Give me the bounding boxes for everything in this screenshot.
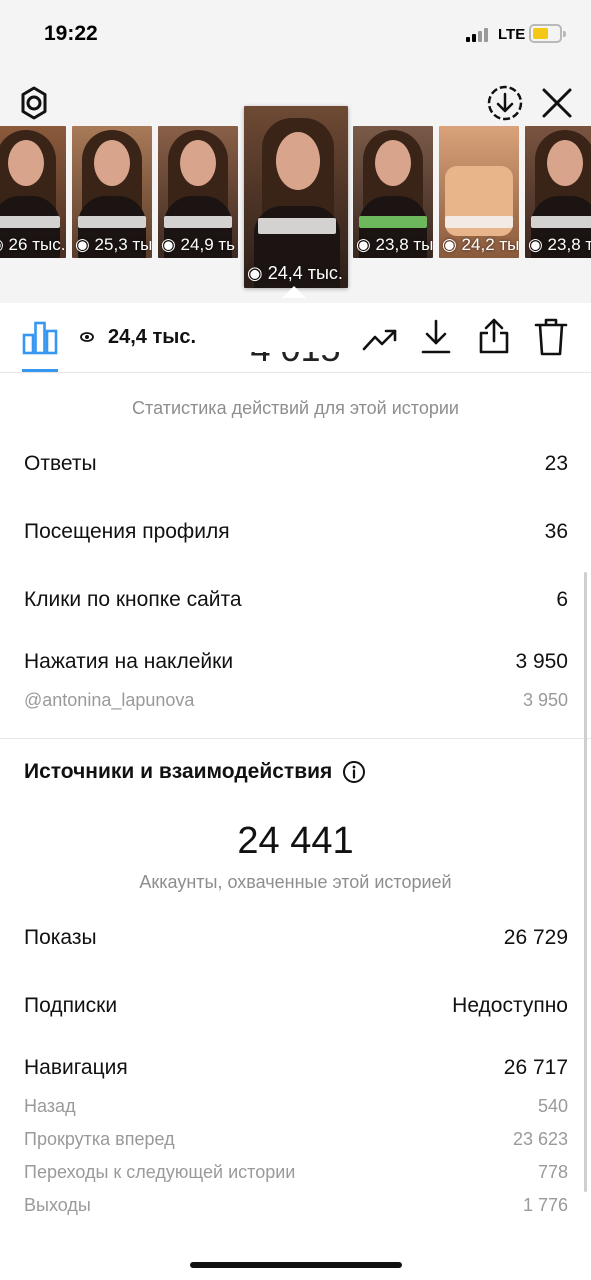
- status-time: 19:22: [44, 22, 98, 45]
- network-label: LTE: [498, 26, 526, 43]
- story-view-count: ◉ 26 тыс.: [0, 235, 66, 254]
- top-header: 19:22 LTE ◉ 26 тыс.: [0, 0, 591, 303]
- metric-label: Выходы: [24, 1195, 91, 1215]
- info-icon[interactable]: [342, 760, 366, 784]
- story-thumbnail[interactable]: ◉ 26 тыс.: [0, 126, 66, 258]
- metric-value: 3 950: [515, 650, 568, 673]
- metric-label: Нажатия на наклейки: [24, 650, 234, 673]
- story-thumbnail[interactable]: ◉ 23,8 ты: [353, 126, 433, 258]
- story-view-count: ◉ 24,4 тыс.: [247, 263, 343, 283]
- battery-icon: [529, 24, 566, 43]
- metric-value: 26 717: [503, 1056, 568, 1079]
- story-view-count: ◉ 24,9 ть: [161, 235, 236, 254]
- reach-section-title: Источники и взаимодействия: [24, 760, 366, 784]
- metric-row-website-clicks: Клики по кнопке сайта 6: [24, 588, 568, 612]
- insights-bar-chart-icon[interactable]: [22, 321, 58, 355]
- status-bar: 19:22 LTE: [0, 0, 591, 70]
- metric-label: Клики по кнопке сайта: [24, 588, 242, 611]
- reach-total: 24 441: [237, 820, 354, 862]
- metric-subrow-next-story: Переходы к следующей истории 778: [24, 1162, 568, 1183]
- selected-story-pointer: [282, 286, 306, 298]
- metric-row-navigation: Навигация 26 717: [24, 1056, 568, 1080]
- metric-value: 778: [537, 1162, 568, 1182]
- metric-value: 6: [556, 588, 568, 611]
- metric-value: 3 950: [522, 690, 568, 710]
- metric-label: @antonina_lapunova: [24, 690, 195, 710]
- metric-value: 540: [537, 1096, 568, 1116]
- section-divider: [0, 738, 591, 739]
- metric-value: 23: [544, 452, 568, 475]
- signal-icon: [466, 28, 492, 42]
- metric-label: Назад: [24, 1096, 76, 1116]
- actions-caption: Статистика действий для этой истории: [132, 398, 459, 418]
- share-icon[interactable]: [478, 317, 510, 355]
- story-view-count: ◉ 24,2 тыс: [442, 235, 519, 254]
- metric-subrow-back: Назад 540: [24, 1096, 568, 1117]
- metric-label: Показы: [24, 926, 97, 949]
- metric-label: Прокрутка вперед: [24, 1129, 175, 1149]
- story-thumbnails: ◉ 26 тыс. ◉ 25,3 ты ◉ 24,9 ть ◉ 24,4 тыс…: [0, 106, 591, 306]
- story-view-count: ◉ 23,8 т: [528, 235, 591, 254]
- metric-value: 1 776: [522, 1195, 568, 1215]
- metric-label: Посещения профиля: [24, 520, 230, 543]
- reach-caption: Аккаунты, охваченные этой историей: [139, 872, 452, 892]
- metric-subrow-forward: Прокрутка вперед 23 623: [24, 1129, 568, 1150]
- metric-row-profile-visits: Посещения профиля 36: [24, 520, 568, 544]
- metric-value: 36: [544, 520, 568, 543]
- scrollbar[interactable]: [584, 572, 587, 1192]
- metric-value: 23 623: [512, 1129, 568, 1149]
- story-view-count: ◉ 23,8 ты: [356, 235, 433, 254]
- metric-row-follows: Подписки Недоступно: [24, 994, 568, 1018]
- metric-row-sticker-taps: Нажатия на наклейки 3 950: [24, 650, 568, 674]
- metric-label: Переходы к следующей истории: [24, 1162, 296, 1182]
- eye-icon: [80, 332, 94, 342]
- home-indicator[interactable]: [190, 1262, 402, 1268]
- download-icon[interactable]: [421, 319, 451, 355]
- toolbar-views: 24,4 тыс.: [108, 326, 197, 348]
- metric-row-impressions: Показы 26 729: [24, 926, 568, 950]
- metric-subrow-sticker-mention: @antonina_lapunova 3 950: [24, 690, 568, 711]
- story-thumbnail-selected[interactable]: ◉ 24,4 тыс.: [244, 106, 348, 288]
- story-thumbnail[interactable]: ◉ 24,9 ть: [158, 126, 238, 258]
- metric-label: Навигация: [24, 1056, 128, 1079]
- trending-icon[interactable]: [362, 325, 398, 353]
- actions-total: 4 015: [0, 352, 591, 374]
- metric-row-replies: Ответы 23: [24, 452, 568, 476]
- metric-value: 26 729: [503, 926, 568, 949]
- metric-subrow-exits: Выходы 1 776: [24, 1195, 568, 1216]
- metric-label: Ответы: [24, 452, 97, 475]
- story-thumbnail[interactable]: ◉ 25,3 ты: [72, 126, 152, 258]
- story-thumbnail[interactable]: ◉ 24,2 тыс: [439, 126, 519, 258]
- metric-label: Подписки: [24, 994, 118, 1017]
- metric-value: Недоступно: [452, 994, 568, 1017]
- story-thumbnail[interactable]: ◉ 23,8 т: [525, 126, 591, 258]
- story-view-count: ◉ 25,3 ты: [75, 235, 152, 254]
- trash-icon[interactable]: [534, 317, 568, 357]
